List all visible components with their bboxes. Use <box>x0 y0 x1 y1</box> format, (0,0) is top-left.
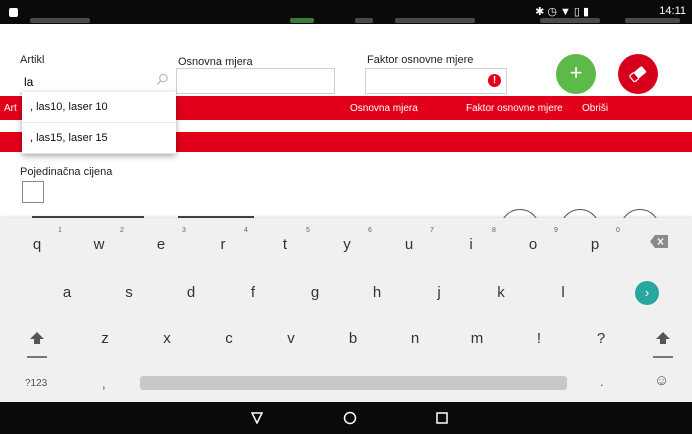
comma-key[interactable]: , <box>102 376 106 391</box>
key-h[interactable]: h <box>362 284 392 301</box>
key-hint: 2 <box>120 227 124 234</box>
hidden-toolbar-fragment <box>290 18 314 23</box>
key-c[interactable]: c <box>214 330 244 347</box>
shift-left-icon[interactable] <box>30 332 44 344</box>
key-hint: 5 <box>306 227 310 234</box>
status-clock: 14:11 <box>659 5 686 17</box>
key-w[interactable]: w <box>84 236 114 253</box>
home-icon[interactable] <box>343 411 357 425</box>
key-o[interactable]: o <box>518 236 548 253</box>
key-p[interactable]: p <box>580 236 610 253</box>
key-hint: 8 <box>492 227 496 234</box>
key-n[interactable]: n <box>400 330 430 347</box>
osnovna-mjera-label: Osnovna mjera <box>178 56 253 68</box>
key-s[interactable]: s <box>114 284 144 301</box>
key-hint: 1 <box>58 227 62 234</box>
artikl-label: Artikl <box>20 54 45 66</box>
key-x[interactable]: x <box>152 330 182 347</box>
recents-icon[interactable] <box>436 412 448 424</box>
header-faktor: Faktor osnovne mjere <box>466 103 563 114</box>
key-l[interactable]: l <box>548 284 578 301</box>
backspace-key[interactable] <box>650 235 668 248</box>
alarm-icon: ◷ <box>547 6 560 18</box>
hidden-toolbar-fragment <box>625 18 680 23</box>
faktor-field[interactable] <box>365 68 507 94</box>
soft-keyboard: q1 w2 e3 r4 t5 y6 u7 i8 o9 p0 a s d f g h j k l z x c v b n m!?… <box>0 218 692 402</box>
wifi-icon: ▼ <box>559 6 574 18</box>
bluetooth-icon: ✱ <box>535 6 548 18</box>
key-a[interactable]: a <box>52 284 82 301</box>
period-key[interactable]: . <box>600 374 604 389</box>
sim-icon: ▯ <box>573 6 583 18</box>
key-m[interactable]: m <box>462 330 492 347</box>
key-hint: 6 <box>368 227 372 234</box>
key-v[interactable]: v <box>276 330 306 347</box>
key-hint: 4 <box>244 227 248 234</box>
key-q[interactable]: q <box>22 236 52 253</box>
add-button[interactable]: + <box>556 54 596 94</box>
key-k[interactable]: k <box>486 284 516 301</box>
status-icons: ✱◷▼▯▮ <box>535 5 592 18</box>
enter-key[interactable]: › <box>635 281 659 305</box>
key-exclamation[interactable]: ! <box>524 330 554 347</box>
key-z[interactable]: z <box>90 330 120 347</box>
back-icon[interactable] <box>251 412 263 424</box>
clear-button[interactable] <box>618 54 658 94</box>
plus-icon: + <box>569 60 583 85</box>
shift-right-icon[interactable] <box>656 332 670 344</box>
header-artikl: Art <box>4 103 17 114</box>
osnovna-mjera-field[interactable] <box>176 68 335 94</box>
suggestion-dropdown: , las10, laser 10 , las15, laser 15 <box>22 92 176 154</box>
battery-icon: ▮ <box>582 6 592 18</box>
key-hint: 7 <box>430 227 434 234</box>
key-hint: 9 <box>554 227 558 234</box>
artikl-search-input[interactable] <box>20 70 174 94</box>
key-i[interactable]: i <box>456 236 486 253</box>
key-hint: 3 <box>182 227 186 234</box>
suggestion-item[interactable]: , las10, laser 10 <box>22 92 176 123</box>
faktor-label: Faktor osnovne mjere <box>367 54 474 66</box>
hidden-toolbar-fragment <box>355 18 373 23</box>
notification-icon <box>9 8 18 17</box>
key-hint: 0 <box>616 227 620 234</box>
eraser-icon <box>629 66 647 83</box>
key-j[interactable]: j <box>424 284 454 301</box>
key-u[interactable]: u <box>394 236 424 253</box>
suggestion-item[interactable]: , las15, laser 15 <box>22 123 176 154</box>
hidden-toolbar-fragment <box>30 18 90 23</box>
space-key[interactable] <box>140 376 567 390</box>
key-t[interactable]: t <box>270 236 300 253</box>
emoji-key[interactable]: ☺ <box>654 372 669 389</box>
header-osnovna-mjera: Osnovna mjera <box>350 103 418 114</box>
error-icon: ! <box>488 74 501 87</box>
status-bar: ✱◷▼▯▮ 14:11 <box>0 0 692 24</box>
shift-right-underline <box>653 356 673 358</box>
key-f[interactable]: f <box>238 284 268 301</box>
symbols-key[interactable]: ?123 <box>25 378 47 389</box>
search-icon[interactable] <box>156 73 169 86</box>
key-b[interactable]: b <box>338 330 368 347</box>
shift-left-underline <box>27 356 47 358</box>
header-obrisi: Obriši <box>582 103 609 114</box>
key-e[interactable]: e <box>146 236 176 253</box>
key-d[interactable]: d <box>176 284 206 301</box>
key-g[interactable]: g <box>300 284 330 301</box>
hidden-toolbar-fragment <box>395 18 475 23</box>
hidden-toolbar-fragment <box>540 18 600 23</box>
pojedinacna-label: Pojedinačna cijena <box>20 166 113 178</box>
navigation-bar <box>0 402 692 434</box>
pojedinacna-checkbox[interactable] <box>22 181 44 203</box>
key-question[interactable]: ? <box>586 330 616 347</box>
key-r[interactable]: r <box>208 236 238 253</box>
key-y[interactable]: y <box>332 236 362 253</box>
